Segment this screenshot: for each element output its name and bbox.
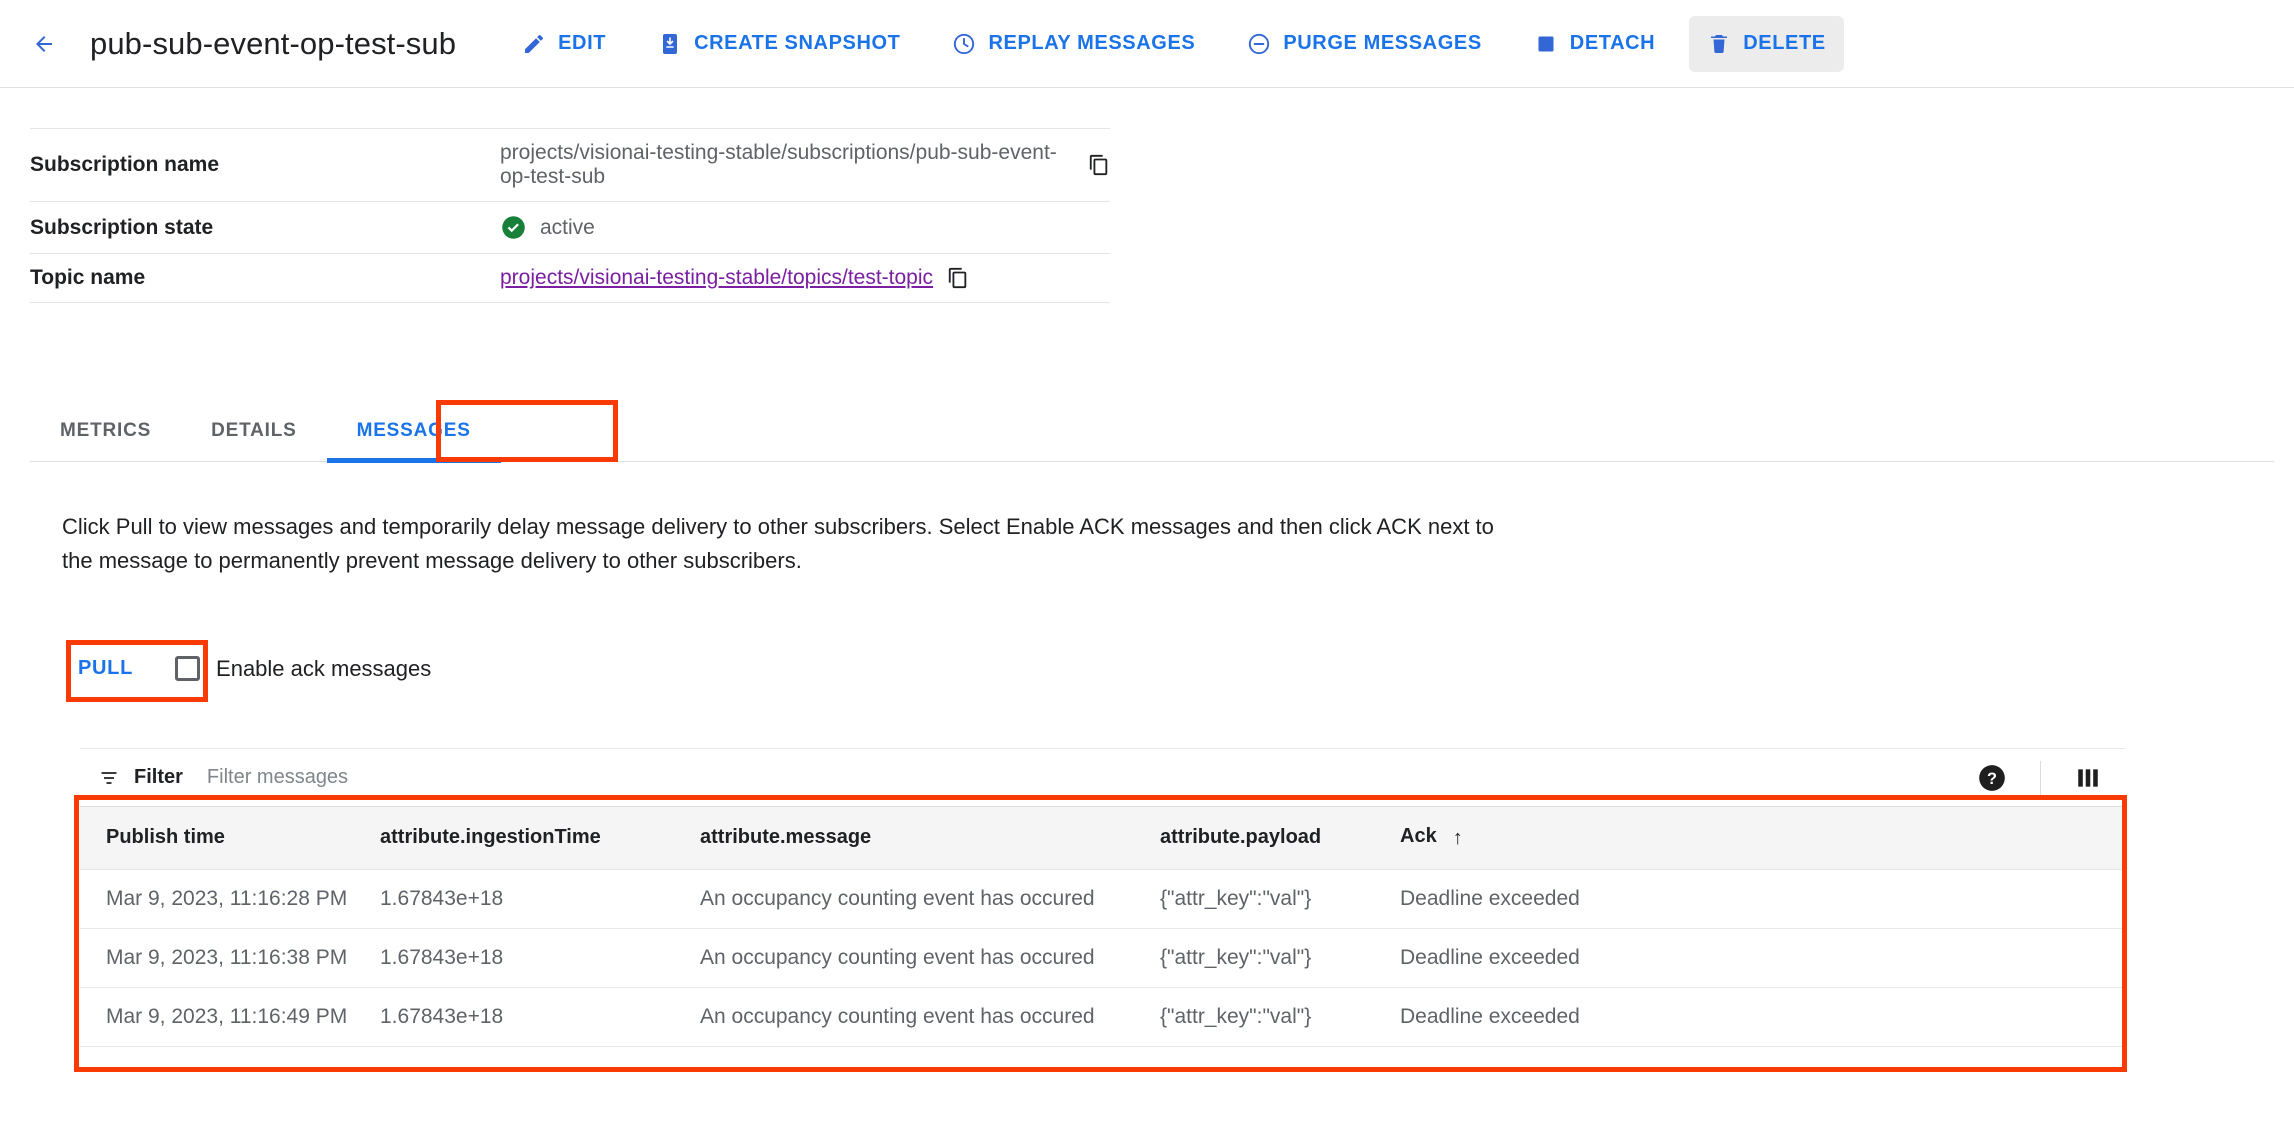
pull-controls: PULL Enable ack messages — [62, 645, 431, 692]
arrow-left-icon — [36, 35, 52, 52]
cell-payload: {"attr_key":"val"} — [1160, 987, 1400, 1047]
copy-icon[interactable] — [947, 266, 969, 290]
info-value: projects/visionai-testing-stable/topics/… — [500, 254, 969, 302]
divider — [2040, 760, 2041, 795]
minus-circle-icon — [1249, 33, 1270, 54]
delete-button[interactable]: DELETE — [1689, 15, 1844, 72]
filter-bar: Filter ? — [80, 749, 2125, 807]
column-header-ingestion-time[interactable]: attribute.ingestionTime — [380, 807, 700, 870]
columns-icon[interactable] — [2075, 765, 2101, 791]
svg-text:?: ? — [1987, 770, 1997, 788]
cell-message: An occupancy counting event has occured — [700, 987, 1160, 1047]
info-row-topic-name: Topic name projects/visionai-testing-sta… — [30, 254, 1110, 303]
trash-icon — [1711, 34, 1728, 53]
sort-ascending-icon: ↑ — [1452, 827, 1463, 850]
messages-card: Filter ? Publish tim — [80, 748, 2125, 1095]
checkbox-box[interactable] — [175, 656, 201, 681]
info-key: Subscription state — [30, 215, 214, 239]
messages-description: Click Pull to view messages and temporar… — [62, 514, 1494, 574]
subscription-name-value: projects/visionai-testing-stable/subscri… — [500, 141, 1057, 188]
cell-ingestion-time: 1.67843e+18 — [380, 869, 700, 929]
pencil-icon — [525, 34, 544, 53]
subscription-info-table: Subscription name projects/visionai-test… — [30, 128, 1110, 303]
page-toolbar: pub-sub-event-op-test-sub EDIT CREATE SN… — [0, 0, 2294, 88]
info-key: Topic name — [30, 266, 146, 289]
detach-button[interactable]: DETACH — [1516, 16, 1673, 72]
filter-label: Filter — [134, 766, 183, 788]
help-circle-icon[interactable]: ? — [1978, 764, 2006, 792]
cell-ingestion-time: 1.67843e+18 — [380, 928, 700, 988]
detach-label: DETACH — [1569, 32, 1656, 54]
cell-publish-time: Mar 9, 2023, 11:16:49 PM — [80, 987, 380, 1047]
edit-button[interactable]: EDIT — [504, 16, 624, 72]
cell-message: An occupancy counting event has occured — [700, 869, 1160, 929]
tab-metrics[interactable]: METRICS — [30, 400, 181, 462]
page-title: pub-sub-event-op-test-sub — [90, 25, 457, 61]
purge-messages-button[interactable]: PURGE MESSAGES — [1229, 16, 1499, 72]
purge-messages-label: PURGE MESSAGES — [1283, 32, 1482, 54]
column-header-ack-label: Ack — [1400, 825, 1437, 848]
table-body: Mar 9, 2023, 11:16:28 PM 1.67843e+18 An … — [80, 869, 2125, 1047]
cell-message: An occupancy counting event has occured — [700, 928, 1160, 988]
table-header-row: Publish time attribute.ingestionTime att… — [80, 807, 2125, 870]
replay-messages-button[interactable]: REPLAY MESSAGES — [934, 16, 1213, 72]
info-value: projects/visionai-testing-stable/subscri… — [500, 129, 1110, 201]
replay-messages-label: REPLAY MESSAGES — [988, 32, 1196, 54]
create-snapshot-button[interactable]: CREATE SNAPSHOT — [640, 16, 918, 72]
info-value: active — [500, 202, 595, 253]
pull-button[interactable]: PULL — [62, 645, 149, 692]
cell-ack: Deadline exceeded — [1400, 928, 2125, 988]
tab-details[interactable]: DETAILS — [181, 400, 326, 462]
messages-table: Publish time attribute.ingestionTime att… — [80, 807, 2125, 1047]
cell-ack: Deadline exceeded — [1400, 869, 2125, 929]
cell-ack: Deadline exceeded — [1400, 987, 2125, 1047]
edit-button-label: EDIT — [558, 32, 607, 54]
create-snapshot-label: CREATE SNAPSHOT — [694, 32, 901, 54]
info-key: Subscription name — [30, 153, 220, 176]
column-header-ack[interactable]: Ack ↑ — [1400, 807, 2125, 870]
table-footer — [80, 1046, 2125, 1095]
info-row-subscription-state: Subscription state active — [30, 202, 1110, 254]
snapshot-icon — [663, 33, 678, 54]
topic-name-link[interactable]: projects/visionai-testing-stable/topics/… — [500, 266, 933, 290]
info-row-subscription-name: Subscription name projects/visionai-test… — [30, 128, 1110, 202]
cell-publish-time: Mar 9, 2023, 11:16:28 PM — [80, 869, 380, 929]
column-header-message[interactable]: attribute.message — [700, 807, 1160, 870]
table-row[interactable]: Mar 9, 2023, 11:16:49 PM 1.67843e+18 An … — [80, 987, 2125, 1047]
table-row[interactable]: Mar 9, 2023, 11:16:38 PM 1.67843e+18 An … — [80, 928, 2125, 988]
square-icon — [1538, 36, 1554, 51]
delete-label: DELETE — [1743, 32, 1826, 54]
enable-ack-checkbox[interactable]: Enable ack messages — [175, 656, 431, 682]
enable-ack-label: Enable ack messages — [216, 655, 432, 681]
cell-ingestion-time: 1.67843e+18 — [380, 987, 700, 1047]
detail-tabs: METRICS DETAILS MESSAGES — [30, 400, 2274, 463]
cell-payload: {"attr_key":"val"} — [1160, 869, 1400, 929]
toolbar-actions: EDIT CREATE SNAPSHOT REPLAY MESSAGES PUR… — [504, 15, 1860, 72]
table-row[interactable]: Mar 9, 2023, 11:16:28 PM 1.67843e+18 An … — [80, 869, 2125, 929]
filter-icon[interactable] — [98, 768, 120, 788]
subscription-details-page: pub-sub-event-op-test-sub EDIT CREATE SN… — [0, 0, 2294, 1130]
clock-icon — [954, 33, 975, 54]
filter-input[interactable] — [206, 766, 1978, 789]
table-header: Publish time attribute.ingestionTime att… — [80, 807, 2125, 870]
column-header-publish-time[interactable]: Publish time — [80, 807, 380, 870]
copy-icon[interactable] — [1088, 153, 1110, 177]
cell-publish-time: Mar 9, 2023, 11:16:38 PM — [80, 928, 380, 988]
filter-bar-actions: ? — [1978, 760, 2101, 795]
status-badge: active — [540, 215, 595, 239]
tab-messages[interactable]: MESSAGES — [326, 400, 501, 463]
cell-payload: {"attr_key":"val"} — [1160, 928, 1400, 988]
back-button[interactable] — [22, 22, 66, 66]
check-circle-icon — [502, 216, 525, 239]
column-header-payload[interactable]: attribute.payload — [1160, 807, 1400, 870]
